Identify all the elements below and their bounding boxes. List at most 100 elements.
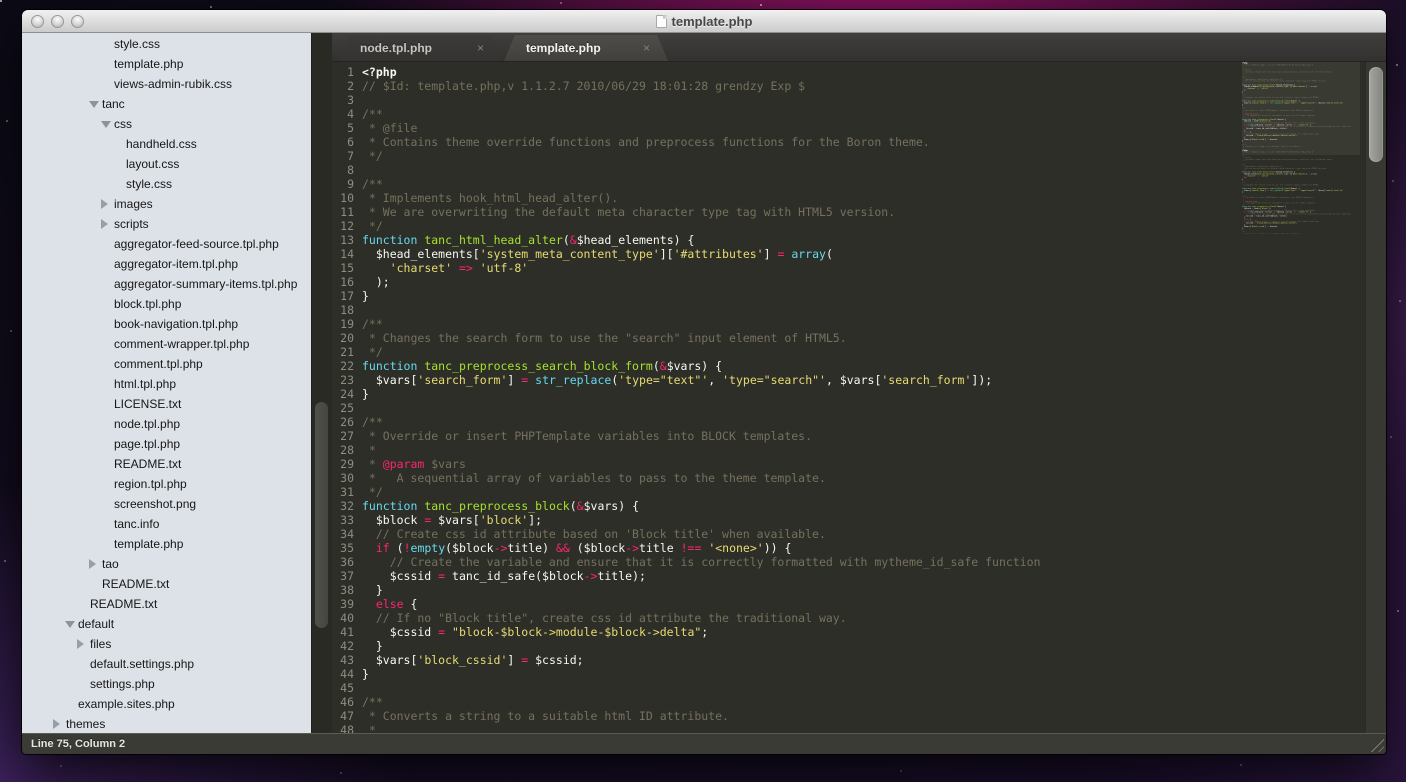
code-line-34[interactable]: 34 // Create css id attribute based on '… (332, 527, 1041, 541)
code-line-37[interactable]: 37 $cssid = tanc_id_safe($block->title); (332, 569, 1041, 583)
code-line-27[interactable]: 27 * Override or insert PHPTemplate vari… (332, 429, 1041, 443)
code-line-20[interactable]: 20 * Changes the search form to use the … (332, 331, 1041, 345)
titlebar[interactable]: template.php (22, 10, 1386, 33)
zoom-window-button[interactable] (71, 15, 84, 28)
sidebar-item-block-tpl-php[interactable]: block.tpl.php (22, 294, 311, 314)
code-line-16[interactable]: 16 ); (332, 275, 1041, 289)
sidebar-item-layout-css[interactable]: layout.css (22, 154, 311, 174)
code-line-23[interactable]: 23 $vars['search_form'] = str_replace('t… (332, 373, 1041, 387)
code-line-4[interactable]: 4/** (332, 107, 1041, 121)
code-line-42[interactable]: 42 } (332, 639, 1041, 653)
minimap[interactable]: 1<?php2// $Id: template.php,v 1.1.2.7 20… (1242, 62, 1360, 234)
sidebar-item-aggregator-summary-items-tpl-php[interactable]: aggregator-summary-items.tpl.php (22, 274, 311, 294)
code-line-8[interactable]: 8 (332, 163, 1041, 177)
disclosure-collapsed-icon[interactable] (101, 199, 114, 209)
code-line-11[interactable]: 11 * We are overwriting the default meta… (332, 205, 1041, 219)
sidebar-item-comment-wrapper-tpl-php[interactable]: comment-wrapper.tpl.php (22, 334, 311, 354)
minimize-window-button[interactable] (51, 15, 64, 28)
sidebar-scrollbar[interactable] (311, 33, 332, 733)
sidebar-item-readme-txt[interactable]: README.txt (22, 574, 311, 594)
sidebar-item-handheld-css[interactable]: handheld.css (22, 134, 311, 154)
sidebar-item-example-sites-php[interactable]: example.sites.php (22, 694, 311, 714)
minimap-viewport[interactable] (1242, 62, 1360, 155)
code-line-25[interactable]: 25 (332, 401, 1041, 415)
sidebar-item-template-php[interactable]: template.php (22, 534, 311, 554)
code-line-44[interactable]: 44} (332, 667, 1041, 681)
code-line-18[interactable]: 18 (332, 303, 1041, 317)
code-editor[interactable]: 1<?php2// $Id: template.php,v 1.1.2.7 20… (332, 62, 1386, 733)
code-line-22[interactable]: 22function tanc_preprocess_search_block_… (332, 359, 1041, 373)
disclosure-collapsed-icon[interactable] (89, 559, 102, 569)
sidebar-item-tanc-info[interactable]: tanc.info (22, 514, 311, 534)
code-line-9[interactable]: 9/** (332, 177, 1041, 191)
disclosure-expanded-icon[interactable] (89, 101, 102, 108)
code-line-45[interactable]: 45 (332, 681, 1041, 695)
disclosure-expanded-icon[interactable] (101, 121, 114, 128)
disclosure-expanded-icon[interactable] (65, 621, 78, 628)
editor-scrollbar-thumb[interactable] (1369, 67, 1383, 162)
code-line-35[interactable]: 35 if (!empty($block->title) && ($block-… (332, 541, 1041, 555)
sidebar-item-settings-php[interactable]: settings.php (22, 674, 311, 694)
sidebar-item-book-navigation-tpl-php[interactable]: book-navigation.tpl.php (22, 314, 311, 334)
code-line-7[interactable]: 7 */ (332, 149, 1041, 163)
code-line-15[interactable]: 15 'charset' => 'utf-8' (332, 261, 1041, 275)
sidebar-item-css[interactable]: css (22, 114, 311, 134)
code-line-12[interactable]: 12 */ (332, 219, 1041, 233)
code-line-29[interactable]: 29 * @param $vars (332, 457, 1041, 471)
sidebar-item-themes[interactable]: themes (22, 714, 311, 733)
code-line-5[interactable]: 5 * @file (332, 121, 1041, 135)
code-line-46[interactable]: 46/** (332, 695, 1041, 709)
sidebar-item-images[interactable]: images (22, 194, 311, 214)
sidebar-item-screenshot-png[interactable]: screenshot.png (22, 494, 311, 514)
code-line-48[interactable]: 48 * (332, 723, 1041, 733)
disclosure-collapsed-icon[interactable] (77, 639, 90, 649)
sidebar-item-comment-tpl-php[interactable]: comment.tpl.php (22, 354, 311, 374)
code-line-1[interactable]: 1<?php (332, 65, 1041, 79)
sidebar-item-default[interactable]: default (22, 614, 311, 634)
sidebar-item-style-css[interactable]: style.css (22, 34, 311, 54)
code-line-47[interactable]: 47 * Converts a string to a suitable htm… (332, 709, 1041, 723)
code-line-36[interactable]: 36 // Create the variable and ensure tha… (332, 555, 1041, 569)
code-line-38[interactable]: 38 } (332, 583, 1041, 597)
sidebar-item-tanc[interactable]: tanc (22, 94, 311, 114)
close-window-button[interactable] (31, 15, 44, 28)
sidebar-item-tao[interactable]: tao (22, 554, 311, 574)
sidebar-item-template-php[interactable]: template.php (22, 54, 311, 74)
tab-template-php[interactable]: template.php× (504, 35, 668, 61)
code-line-14[interactable]: 14 $head_elements['system_meta_content_t… (332, 247, 1041, 261)
sidebar-item-aggregator-item-tpl-php[interactable]: aggregator-item.tpl.php (22, 254, 311, 274)
code-line-6[interactable]: 6 * Contains theme override functions an… (332, 135, 1041, 149)
editor-scrollbar[interactable] (1365, 62, 1386, 733)
sidebar-item-readme-txt[interactable]: README.txt (22, 594, 311, 614)
code-line-13[interactable]: 13function tanc_html_head_alter(&$head_e… (332, 233, 1041, 247)
code-line-43[interactable]: 43 $vars['block_cssid'] = $cssid; (332, 653, 1041, 667)
sidebar-item-views-admin-rubik-css[interactable]: views-admin-rubik.css (22, 74, 311, 94)
disclosure-collapsed-icon[interactable] (53, 719, 66, 729)
sidebar-item-readme-txt[interactable]: README.txt (22, 454, 311, 474)
sidebar-item-node-tpl-php[interactable]: node.tpl.php (22, 414, 311, 434)
code-line-26[interactable]: 26/** (332, 415, 1041, 429)
code-line-24[interactable]: 24} (332, 387, 1041, 401)
tab-node-tpl-php[interactable]: node.tpl.php× (338, 35, 502, 61)
sidebar-item-page-tpl-php[interactable]: page.tpl.php (22, 434, 311, 454)
resize-grip[interactable] (1369, 737, 1384, 752)
code-line-10[interactable]: 10 * Implements hook_html_head_alter(). (332, 191, 1041, 205)
code-line-39[interactable]: 39 else { (332, 597, 1041, 611)
sidebar-item-html-tpl-php[interactable]: html.tpl.php (22, 374, 311, 394)
code-line-19[interactable]: 19/** (332, 317, 1041, 331)
disclosure-collapsed-icon[interactable] (101, 219, 114, 229)
code-line-17[interactable]: 17} (332, 289, 1041, 303)
sidebar-item-aggregator-feed-source-tpl-php[interactable]: aggregator-feed-source.tpl.php (22, 234, 311, 254)
code-line-41[interactable]: 41 $cssid = "block-$block->module-$block… (332, 625, 1041, 639)
sidebar-item-region-tpl-php[interactable]: region.tpl.php (22, 474, 311, 494)
tab-close-icon[interactable]: × (477, 42, 484, 54)
code-line-31[interactable]: 31 */ (332, 485, 1041, 499)
tab-close-icon[interactable]: × (643, 42, 650, 54)
sidebar-item-license-txt[interactable]: LICENSE.txt (22, 394, 311, 414)
code-line-40[interactable]: 40 // If no "Block title", create css id… (332, 611, 1041, 625)
sidebar-item-files[interactable]: files (22, 634, 311, 654)
sidebar-scrollbar-thumb[interactable] (315, 402, 328, 628)
sidebar-item-scripts[interactable]: scripts (22, 214, 311, 234)
sidebar-item-style-css[interactable]: style.css (22, 174, 311, 194)
code-line-33[interactable]: 33 $block = $vars['block']; (332, 513, 1041, 527)
